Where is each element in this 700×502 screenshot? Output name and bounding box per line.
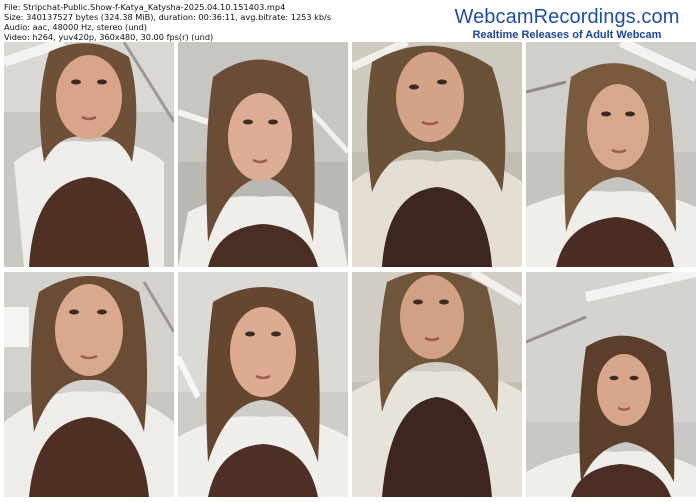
video-thumbnail[interactable] [178, 272, 348, 497]
video-thumbnail[interactable] [352, 42, 522, 267]
thumbnail-image [4, 42, 174, 267]
video-thumbnail[interactable] [352, 272, 522, 497]
thumbnail-image [4, 272, 174, 497]
file-info: File: Stripchat-Public.Show-f-Katya_Katy… [4, 2, 444, 42]
video-thumbnail[interactable] [4, 272, 174, 497]
brand-name: WebcamRecordings.com [454, 6, 680, 28]
video-info-line: Video: h264, yuv420p, 360x480, 30.00 fps… [4, 32, 214, 42]
contact-sheet: File: Stripchat-Public.Show-f-Katya_Katy… [0, 0, 700, 502]
thumbnail-grid [4, 42, 696, 498]
video-thumbnail[interactable] [526, 272, 696, 497]
thumbnail-image [352, 42, 522, 267]
thumbnail-image [352, 272, 522, 497]
video-thumbnail[interactable] [4, 42, 174, 267]
thumbnail-image [178, 42, 348, 267]
file-size-line: Size: 340137527 bytes (324.38 MiB), dura… [4, 12, 332, 22]
thumbnail-image [178, 272, 348, 497]
thumbnail-image [526, 42, 696, 267]
video-thumbnail[interactable] [526, 42, 696, 267]
audio-info-line: Audio: aac, 48000 Hz, stereo (und) [4, 22, 147, 32]
video-thumbnail[interactable] [178, 42, 348, 267]
file-name-line: File: Stripchat-Public.Show-f-Katya_Katy… [4, 2, 286, 12]
thumbnail-image [526, 272, 696, 497]
